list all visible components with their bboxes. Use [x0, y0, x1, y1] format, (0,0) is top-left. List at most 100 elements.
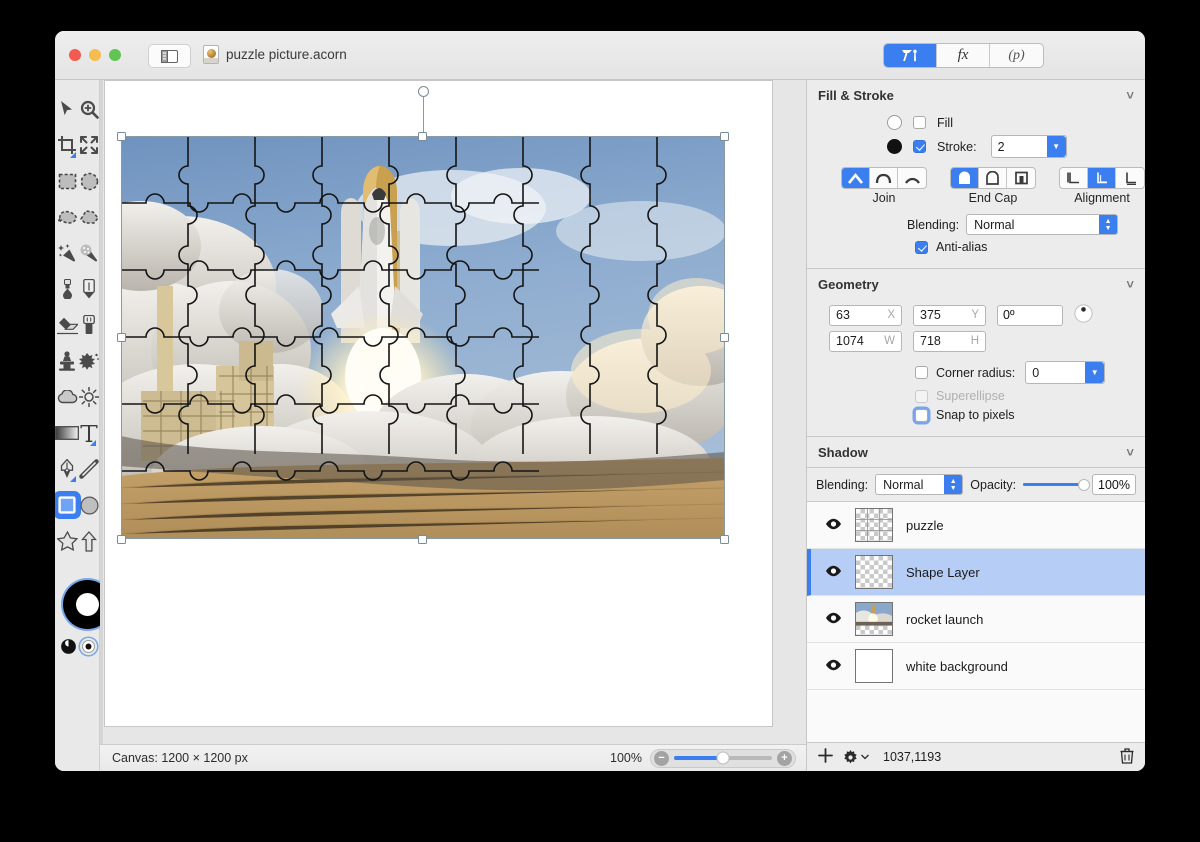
- zoom-in-button[interactable]: +: [777, 750, 792, 766]
- zoom-out-button[interactable]: −: [654, 750, 669, 766]
- round-cap-option[interactable]: [951, 168, 979, 188]
- bevel-join-option[interactable]: [898, 168, 926, 188]
- snap-to-pixels-checkbox[interactable]: [915, 408, 928, 422]
- fill-color-swatch[interactable]: [887, 115, 902, 130]
- add-layer-button[interactable]: [818, 748, 833, 766]
- canvas-area[interactable]: Canvas: 1200 × 1200 px 100% − +: [100, 80, 806, 771]
- marker-tool[interactable]: [79, 307, 99, 343]
- popup-arrows-icon[interactable]: ▲ ▼: [944, 475, 963, 494]
- zoom-controls[interactable]: 100% − +: [610, 748, 796, 768]
- miter-join-option[interactable]: [842, 168, 870, 188]
- ellipse-tool[interactable]: [79, 487, 99, 523]
- handle-bottom-right[interactable]: [720, 535, 729, 544]
- layer-visibility-toggle[interactable]: [825, 612, 842, 627]
- zoom-tool[interactable]: [79, 91, 99, 127]
- sidebar-toggle-button[interactable]: [148, 44, 191, 68]
- stroke-blending-popup[interactable]: Normal ▲ ▼: [966, 214, 1119, 235]
- stroke-checkbox[interactable]: [913, 140, 926, 153]
- corner-radius-combo[interactable]: 0 ▼: [1025, 361, 1106, 384]
- rectangle-tool[interactable]: [55, 487, 81, 523]
- layer-name[interactable]: white background: [906, 659, 1008, 674]
- alignment-control[interactable]: Alignment: [1059, 167, 1145, 205]
- stroke-width-value[interactable]: 2: [992, 136, 1047, 157]
- handle-middle-left[interactable]: [117, 333, 126, 342]
- width-field[interactable]: 1074 W: [829, 331, 902, 352]
- fill-color-swatch[interactable]: [76, 593, 99, 616]
- layer-name[interactable]: rocket launch: [906, 612, 983, 627]
- star-tool[interactable]: [55, 523, 79, 559]
- handle-top-left[interactable]: [117, 132, 126, 141]
- gradient-tool[interactable]: [55, 415, 79, 451]
- align-outside-option[interactable]: [1116, 168, 1144, 188]
- handle-bottom-left[interactable]: [117, 535, 126, 544]
- transform-tool[interactable]: [79, 127, 99, 163]
- zoom-slider[interactable]: − +: [650, 748, 796, 768]
- layer-row-puzzle[interactable]: puzzle: [807, 502, 1145, 549]
- round-join-option[interactable]: [870, 168, 898, 188]
- document-title[interactable]: puzzle picture.acorn: [203, 45, 347, 64]
- geometry-header[interactable]: Geometry ˅: [807, 269, 1145, 299]
- chevron-down-icon[interactable]: ˅: [1126, 445, 1134, 460]
- layer-row-rocket-launch[interactable]: rocket launch: [807, 596, 1145, 643]
- tool-palette[interactable]: [55, 80, 115, 771]
- pencil-tool[interactable]: [79, 271, 99, 307]
- fill-stroke-header[interactable]: Fill & Stroke ˅: [807, 80, 1145, 110]
- instant-alpha-tool[interactable]: [79, 235, 99, 271]
- snap-to-pixels-row[interactable]: Snap to pixels: [807, 408, 1145, 422]
- paint-bucket-tool[interactable]: [55, 271, 79, 307]
- line-tool[interactable]: [79, 451, 99, 487]
- butt-cap-option[interactable]: [979, 168, 1007, 188]
- stroke-row[interactable]: Stroke: 2 ▼: [807, 135, 1145, 158]
- zoom-slider-track[interactable]: [674, 751, 772, 765]
- antialias-row[interactable]: Anti-alias: [807, 240, 1145, 254]
- join-segmented[interactable]: [841, 167, 927, 189]
- height-field[interactable]: 718 H: [913, 331, 986, 352]
- smudge-tool[interactable]: [79, 343, 99, 379]
- tab-tools[interactable]: [884, 44, 937, 67]
- square-cap-option[interactable]: [1007, 168, 1035, 188]
- close-button[interactable]: [69, 49, 81, 61]
- rotation-field[interactable]: 0º: [997, 304, 1063, 326]
- tab-palettes[interactable]: (p): [990, 44, 1043, 67]
- canvas-paper[interactable]: [104, 80, 773, 727]
- zoom-slider-thumb[interactable]: [716, 751, 730, 765]
- magic-wand-tool[interactable]: [55, 235, 79, 271]
- handle-middle-right[interactable]: [720, 333, 729, 342]
- join-control[interactable]: Join: [841, 167, 927, 205]
- bezier-tool[interactable]: [55, 451, 79, 487]
- arrow-tool[interactable]: [79, 523, 99, 559]
- popup-arrows-icon[interactable]: ▲ ▼: [1099, 215, 1118, 234]
- canvas-scroll[interactable]: [103, 80, 806, 744]
- chevron-down-icon[interactable]: ˅: [1126, 88, 1134, 103]
- fill-row[interactable]: Fill: [807, 115, 1145, 130]
- text-tool[interactable]: [79, 415, 99, 451]
- sharpen-tool[interactable]: [79, 379, 99, 415]
- stroke-blending-row[interactable]: Blending: Normal ▲ ▼: [807, 214, 1145, 235]
- endcap-control[interactable]: End Cap: [950, 167, 1036, 205]
- reset-colors-button[interactable]: [80, 638, 97, 655]
- lasso-tool[interactable]: [55, 199, 79, 235]
- handle-top-center[interactable]: [418, 132, 427, 141]
- layer-row-shape-layer[interactable]: Shape Layer: [807, 549, 1145, 596]
- stroke-color-swatch[interactable]: [887, 139, 902, 154]
- rotation-handle[interactable]: [418, 86, 429, 97]
- layer-opacity-field[interactable]: 100%: [1092, 474, 1136, 495]
- alignment-segmented[interactable]: [1059, 167, 1145, 189]
- layer-blending-bar[interactable]: Blending: Normal ▲ ▼ Opacity: 100%: [807, 468, 1145, 502]
- handle-top-right[interactable]: [720, 132, 729, 141]
- corner-radius-value[interactable]: 0: [1026, 362, 1085, 383]
- layer-settings-button[interactable]: [843, 749, 869, 765]
- crop-tool[interactable]: [55, 127, 79, 163]
- polygonal-lasso-tool[interactable]: [79, 199, 99, 235]
- elliptical-select-tool[interactable]: [79, 163, 99, 199]
- x-field[interactable]: 63 X: [829, 304, 902, 326]
- chevron-down-icon[interactable]: ˅: [1126, 277, 1134, 292]
- endcap-segmented[interactable]: [950, 167, 1036, 189]
- layers-toolbar[interactable]: 1037,1193: [807, 742, 1145, 771]
- rectangular-select-tool[interactable]: [55, 163, 79, 199]
- layer-visibility-toggle[interactable]: [825, 565, 842, 580]
- tab-filters[interactable]: fx: [937, 44, 990, 67]
- handle-bottom-center[interactable]: [418, 535, 427, 544]
- layer-blending-popup[interactable]: Normal ▲ ▼: [875, 474, 964, 495]
- stroke-width-combo[interactable]: 2 ▼: [990, 135, 1067, 158]
